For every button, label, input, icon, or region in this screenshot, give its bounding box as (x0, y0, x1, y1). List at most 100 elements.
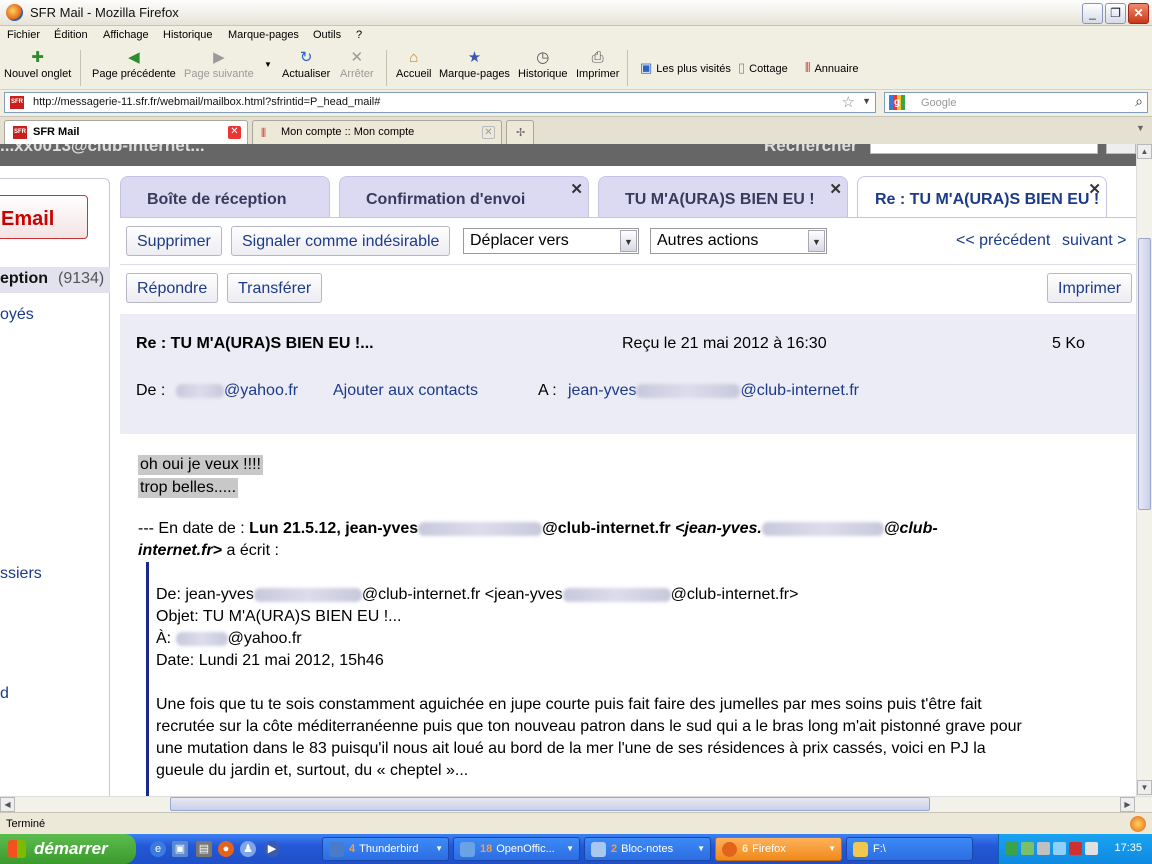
page-icon: ▯ (738, 60, 746, 75)
bookmark-cottage[interactable]: ▯ Cottage (738, 60, 788, 76)
vertical-scroll-thumb[interactable] (1138, 238, 1151, 510)
new-tab-plus-button[interactable]: ✢ (506, 120, 534, 144)
move-to-select[interactable]: Déplacer vers ▼ (463, 228, 639, 254)
chevron-down-icon: ▼ (808, 230, 825, 252)
close-window-button[interactable]: ✕ (1128, 3, 1149, 24)
next-link[interactable]: suivant > (1062, 232, 1126, 250)
horizontal-scroll-thumb[interactable] (170, 797, 930, 811)
quoted-paragraph-line-4: gueule du jardin et, surtout, du « chept… (156, 762, 469, 779)
delete-button[interactable]: Supprimer (126, 226, 222, 256)
task-openoffice[interactable]: 18 OpenOffic... ▼ (453, 837, 580, 861)
browser-tab-strip: SFR SFR Mail ✕ ⫴ Mon compte :: Mon compt… (0, 116, 1152, 144)
browser-tab-mon-compte[interactable]: ⫴ Mon compte :: Mon compte ✕ (252, 120, 502, 144)
webmail-search-button[interactable] (1106, 144, 1136, 154)
tab-list-dropdown-icon[interactable]: ▼ (1136, 123, 1145, 133)
folder-sent[interactable]: oyés (0, 306, 34, 324)
print-mail-button[interactable]: Imprimer (1047, 273, 1133, 303)
reload-icon: ↻ (299, 49, 313, 66)
menu-affichage[interactable]: Affichage (103, 29, 149, 41)
tray-volume-icon[interactable] (1085, 842, 1098, 855)
player-icon[interactable]: ▶ (264, 841, 280, 857)
reload-button[interactable]: ↻ Actualiser (282, 49, 330, 81)
close-tab-icon[interactable]: ✕ (829, 180, 842, 198)
close-tab-icon[interactable]: ✕ (228, 126, 241, 139)
explorer-icon[interactable]: ▣ (172, 841, 188, 857)
status-bar: Terminé (0, 812, 1152, 834)
close-tab-icon[interactable]: ✕ (482, 126, 495, 139)
firefox-quick-icon[interactable]: ● (218, 841, 234, 857)
history-button[interactable]: ◷ Historique (518, 50, 568, 81)
mail-tab-original[interactable]: TU M'A(URA)S BIEN EU ! ✕ (598, 176, 848, 218)
menu-historique[interactable]: Historique (163, 29, 213, 41)
sfr-header-bar: ...xx0013@club-internet... Rechercher (0, 144, 1136, 166)
ie-icon[interactable]: e (150, 841, 166, 857)
forward-button[interactable]: ▶ Page suivante (184, 50, 254, 81)
folder-link[interactable]: d (0, 685, 9, 703)
scroll-up-icon[interactable]: ▲ (1137, 144, 1152, 159)
menu-marque-pages[interactable]: Marque-pages (228, 29, 299, 41)
tray-monitor-icon[interactable] (1037, 842, 1050, 855)
search-box[interactable]: g Google ⌕ (884, 92, 1148, 113)
folder-dossiers[interactable]: ssiers (0, 565, 42, 583)
print-button[interactable]: ⎙ Imprimer (576, 50, 619, 81)
url-bar[interactable]: SFR http://messagerie-11.sfr.fr/webmail/… (4, 92, 876, 113)
media-icon[interactable]: ▤ (196, 841, 212, 857)
tray-antivirus-icon[interactable] (1069, 842, 1082, 855)
scroll-left-icon[interactable]: ◀ (0, 797, 15, 812)
search-icon[interactable]: ⌕ (1135, 93, 1143, 110)
tray-update-icon[interactable] (1021, 842, 1034, 855)
menu-outils[interactable]: Outils (313, 29, 341, 41)
home-button[interactable]: ⌂ Accueil (396, 50, 431, 81)
task-explorer-f[interactable]: F:\ (846, 837, 973, 861)
reply-button[interactable]: Répondre (126, 273, 219, 303)
tray-device-icon[interactable] (1053, 842, 1066, 855)
task-firefox[interactable]: 6 Firefox ▼ (715, 837, 842, 861)
browser-tab-sfr-mail[interactable]: SFR SFR Mail ✕ (4, 120, 248, 144)
start-button[interactable]: démarrer (0, 834, 136, 864)
menu-help[interactable]: ? (356, 29, 362, 41)
menu-edition[interactable]: Édition (54, 29, 88, 41)
back-button[interactable]: ◀ Page précédente (92, 50, 176, 81)
new-tab-button[interactable]: ✚ Nouvel onglet (4, 50, 71, 81)
task-notepad[interactable]: 2 Bloc-notes ▼ (584, 837, 711, 861)
webmail-search-input[interactable] (870, 144, 1098, 154)
mail-tab-confirmation[interactable]: Confirmation d'envoi ✕ (339, 176, 589, 218)
history-dropdown-icon[interactable]: ▼ (264, 60, 272, 69)
previous-link[interactable]: << précédent (956, 232, 1050, 250)
chevron-down-icon: ▼ (620, 230, 637, 252)
messenger-icon[interactable]: ♟ (240, 841, 256, 857)
received-date: Reçu le 21 mai 2012 à 16:30 (622, 335, 827, 352)
stop-button[interactable]: ✕ Arrêter (340, 50, 374, 81)
addon-icon[interactable] (1130, 816, 1146, 832)
message-subject: Re : TU M'A(URA)S BIEN EU !... (136, 335, 374, 352)
webpage: ...xx0013@club-internet... Rechercher Em… (0, 144, 1136, 796)
maximize-button[interactable]: ❐ (1105, 3, 1126, 24)
close-tab-icon[interactable]: ✕ (1088, 180, 1101, 198)
mail-tab-inbox[interactable]: Boîte de réception (120, 176, 330, 218)
system-tray: 17:35 (998, 834, 1152, 864)
new-email-button[interactable]: Email (0, 195, 88, 239)
tray-network-icon[interactable] (1005, 842, 1018, 855)
add-to-contacts-link[interactable]: Ajouter aux contacts (333, 382, 478, 400)
url-dropdown-icon[interactable]: ▼ (862, 96, 871, 106)
folder-reception[interactable]: eption (9134) (0, 267, 110, 293)
bookmarks-button[interactable]: ★ Marque-pages (439, 50, 510, 81)
quoted-paragraph-line-1: Une fois que tu te sois constamment agui… (156, 696, 982, 713)
report-spam-button[interactable]: Signaler comme indésirable (231, 226, 451, 256)
star-icon[interactable]: ☆ (842, 93, 855, 111)
mail-tab-reply[interactable]: Re : TU M'A(URA)S BIEN EU ! ✕ (857, 176, 1107, 218)
menu-fichier[interactable]: Fichier (7, 29, 40, 41)
from-address[interactable]: @yahoo.fr (176, 382, 298, 400)
scroll-down-icon[interactable]: ▼ (1137, 780, 1152, 795)
quoted-to: À: @yahoo.fr (156, 630, 302, 647)
bookmark-most-visited[interactable]: ▣ Les plus visités (640, 60, 731, 76)
to-address[interactable]: jean-yves @club-internet.fr (568, 382, 859, 400)
forward-mail-button[interactable]: Transférer (227, 273, 323, 303)
task-thunderbird[interactable]: 4 Thunderbird ▼ (322, 837, 449, 861)
minimize-button[interactable]: _ (1082, 3, 1103, 24)
bookmark-annuaire[interactable]: ⫴ Annuaire (805, 60, 859, 76)
close-tab-icon[interactable]: ✕ (570, 180, 583, 198)
other-actions-select[interactable]: Autres actions ▼ (650, 228, 827, 254)
annuaire-icon: ⫴ (805, 60, 811, 75)
scroll-right-icon[interactable]: ▶ (1120, 797, 1135, 812)
